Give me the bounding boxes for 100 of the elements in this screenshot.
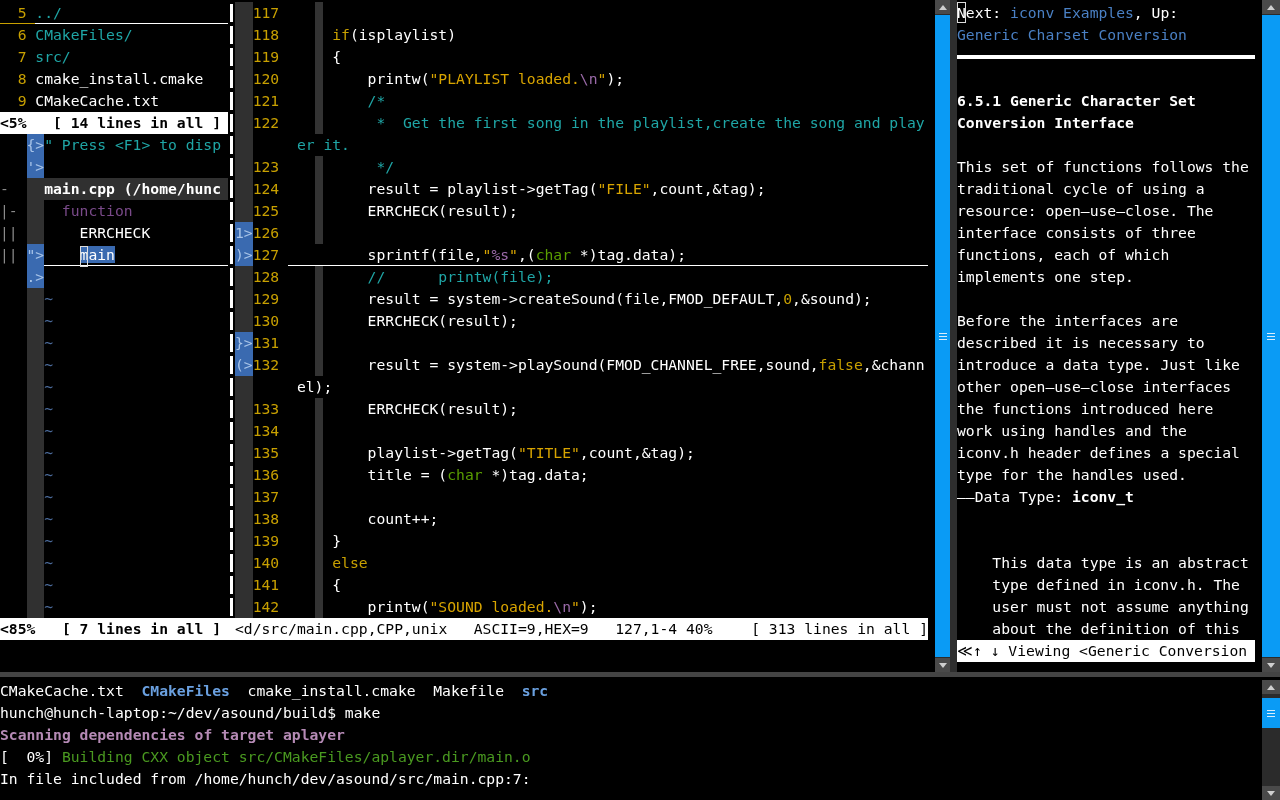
sign-column (235, 2, 253, 24)
scrollbar[interactable] (1262, 680, 1280, 800)
fold-marker: |- (0, 202, 18, 219)
code-line: // printw(file); (366, 268, 554, 285)
paragraph: Before the interfaces are described it is necessary to introduce a data type. Just like other open—use—close interfaces the functions introduced here work using handles and the iconv.h header defines a special type for the handles used. (957, 311, 1241, 485)
line-number: 126 (252, 224, 280, 241)
code-line: title = (char *)tag.data; (366, 466, 589, 483)
sign-marker: '> (26, 156, 45, 178)
file-entry[interactable]: cmake_install.cmake (35, 68, 228, 90)
line-number: 134 (252, 422, 280, 439)
empty-line-marker: ~ (44, 355, 54, 375)
sign-column (235, 266, 253, 288)
line-number: 140 (252, 554, 280, 571)
code-line: printw("SOUND loaded.\n"); (366, 598, 598, 615)
line-number: 118 (252, 26, 280, 43)
sign-marker: "> (26, 244, 45, 266)
status-position: 127,1-4 40% (615, 619, 713, 639)
sign-column (26, 222, 45, 244)
line-number: 127 (252, 246, 280, 263)
scroll-down-button[interactable] (1262, 658, 1280, 672)
code-line: er it. (296, 136, 350, 153)
compiler-output: In file included from /home/hunch/dev/asound/src/main.cpp:7: (0, 769, 531, 789)
file-name: CMakeCache.txt (0, 681, 124, 701)
code-line: else (331, 554, 368, 571)
paragraph: This set of functions follows the traditional cycle of using a resource: open—use—close. The interface consists of three functions, each of which implements one step. (957, 157, 1250, 287)
line-number: 142 (252, 598, 280, 615)
scrollbar-thumb[interactable] (1262, 698, 1280, 728)
section-heading: 6.5.1 Generic Character Set Conversion Interface (957, 91, 1197, 133)
up-arrow-icon (1267, 684, 1275, 690)
empty-line-marker: ~ (44, 487, 54, 507)
sign-marker: )> (235, 244, 253, 266)
build-message: Building CXX object src/CMakeFiles/aplayer.dir/main.o (61, 747, 531, 767)
code-line: ERRCHECK(result); (366, 400, 518, 417)
line-number: 122 (252, 114, 280, 131)
code-line: playlist->getTag("TITLE",count,&tag); (366, 444, 695, 461)
line-number: 117 (252, 4, 280, 21)
node-link[interactable]: iconv Examples (1010, 4, 1134, 21)
directory-name: CMakeFiles (141, 681, 230, 701)
sign-marker: }> (235, 332, 253, 354)
code-line: count++; (366, 510, 439, 527)
grip-icon (1267, 332, 1275, 340)
sign-marker: 1> (235, 222, 253, 244)
line-number: 7 (16, 47, 28, 67)
fold-marker: || (0, 224, 18, 241)
code-line: ERRCHECK(result); (366, 312, 518, 329)
line-number: 124 (252, 180, 280, 197)
definition-line: ——Data Type: iconv_t (957, 487, 1135, 508)
empty-line-marker: ~ (44, 377, 54, 397)
fold-marker: || (0, 246, 18, 263)
code-line: } (331, 532, 342, 549)
empty-line-marker: ~ (44, 597, 54, 617)
empty-line-marker: ~ (44, 553, 54, 573)
up-arrow-icon (1267, 4, 1275, 10)
scroll-up-button[interactable] (1262, 0, 1280, 14)
node-link[interactable]: Generic Charset Conversion (957, 26, 1187, 43)
line-number: 128 (252, 268, 280, 285)
sign-marker: .> (26, 266, 45, 288)
empty-line-marker: ~ (44, 399, 54, 419)
code-line: result = system->createSound(file,FMOD_DEFAULT,0,&sound); (366, 290, 872, 307)
line-number: 141 (252, 576, 280, 593)
sign-column (26, 596, 45, 618)
sign-marker: (> (235, 354, 253, 376)
directory-name: src (521, 681, 549, 701)
file-entry[interactable]: src/ (35, 46, 228, 68)
paragraph: This data type is an abstract type defined in iconv.h. The user must not assume anything about the definition of this (992, 553, 1250, 639)
scroll-down-button[interactable] (935, 658, 950, 672)
empty-line-marker: ~ (44, 311, 54, 331)
scroll-down-button[interactable] (1262, 786, 1280, 800)
empty-line-marker: ~ (44, 465, 54, 485)
sign-column (235, 596, 253, 618)
file-entry[interactable]: ../ (35, 2, 228, 24)
scroll-up-button[interactable] (1262, 680, 1280, 694)
down-arrow-icon (1267, 790, 1275, 796)
help-hint: " Press <F1> to disp (44, 136, 222, 153)
file-entry[interactable]: CMakeCache.txt (35, 90, 228, 112)
scroll-up-button[interactable] (935, 0, 950, 14)
code-line: /* (366, 92, 386, 109)
file-name: cmake_install.cmake (247, 681, 416, 702)
line-number: 139 (252, 532, 280, 549)
line-number: 138 (252, 510, 280, 527)
status-bar: ≪↑ ↓ Viewing <Generic Conversion (957, 640, 1255, 662)
line-number: 136 (252, 466, 280, 483)
grip-icon (1267, 709, 1275, 717)
scope-label: function (61, 202, 133, 219)
code-line: { (331, 48, 342, 65)
code-line: * Get the first song in the playlist,create the song and play (375, 114, 925, 131)
code-line: el); (296, 378, 333, 395)
code-line: result = playlist->getTag("FILE",count,&tag); (366, 180, 766, 197)
empty-line-marker: ~ (44, 333, 54, 353)
line-number: 130 (252, 312, 280, 329)
tag-item[interactable]: ERRCHECK (79, 224, 151, 241)
down-arrow-icon (1267, 662, 1275, 668)
file-heading: main.cpp (/home/hunc (44, 180, 222, 197)
file-entry[interactable]: CMakeFiles/ (35, 24, 228, 46)
code-line: { (331, 576, 342, 593)
status-char: ASCII=9,HEX=9 (473, 619, 589, 639)
code-line: printw("PLAYLIST loaded.\n"); (366, 70, 625, 87)
empty-line-marker: ~ (44, 421, 54, 441)
code-line: sprintf(file,"%s",(char *)tag.data); (366, 246, 686, 263)
down-arrow-icon (938, 662, 947, 668)
